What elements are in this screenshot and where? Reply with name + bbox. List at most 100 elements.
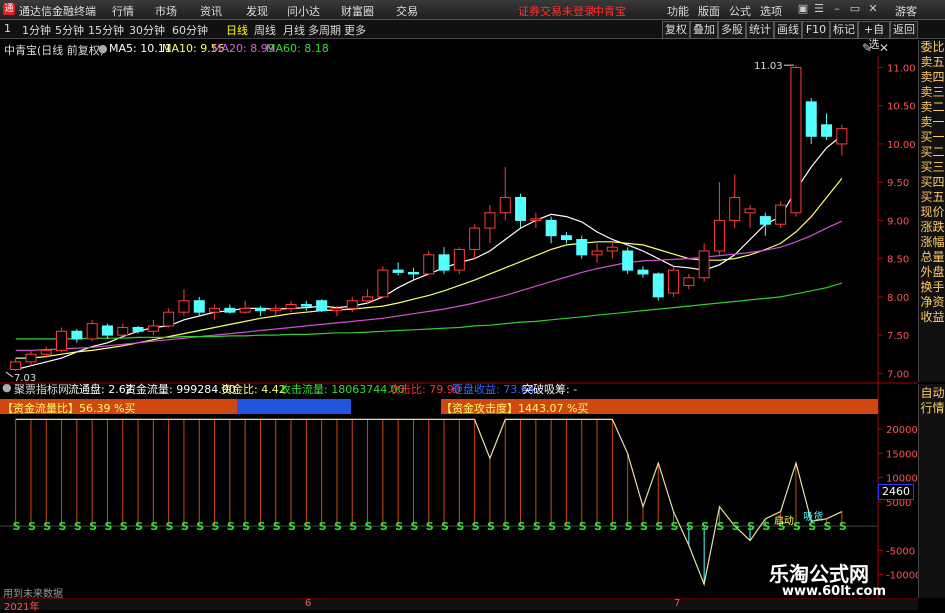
side-label[interactable]: 换手	[919, 280, 945, 295]
price-tick-label: 9.00	[887, 216, 909, 227]
side-label[interactable]: 卖三	[919, 85, 945, 100]
candle-body	[821, 124, 833, 137]
signal-s-mark: S	[227, 520, 235, 533]
side-label[interactable]: 委比	[919, 40, 945, 55]
signal-s-mark: S	[150, 520, 158, 533]
time-month-6: 6	[305, 598, 312, 609]
attack-level-tag: 【资金攻击度】1443.07 %买	[441, 402, 589, 415]
candle	[270, 304, 282, 316]
signal-s-mark: S	[380, 520, 388, 533]
candle	[545, 216, 557, 244]
signal-s-mark: S	[395, 520, 403, 533]
gap-band	[351, 399, 441, 414]
candle	[530, 212, 542, 229]
indicator-attack-ratio: 攻击比: 79.90	[389, 383, 461, 396]
candle	[698, 243, 710, 282]
indicator-tick-label: 15000	[886, 449, 918, 460]
candle-body	[163, 311, 175, 327]
candle-body	[56, 330, 68, 351]
side-label[interactable]: 买三	[919, 160, 945, 175]
side-label[interactable]: 总量	[919, 250, 945, 265]
low-price-pointer	[5, 371, 14, 378]
side-auto[interactable]: 自动	[919, 386, 945, 401]
signal-s-mark: S	[181, 520, 189, 533]
candle	[652, 272, 664, 301]
indicator-float: 流通盘: 2.62	[68, 383, 133, 396]
candle-body	[713, 219, 725, 252]
candle	[86, 319, 98, 342]
signal-absorb-label: 吸货	[803, 510, 823, 523]
candle-body	[622, 250, 634, 271]
candle	[836, 124, 848, 156]
candle-body	[698, 250, 710, 279]
signal-s-mark: S	[548, 520, 556, 533]
candle	[606, 243, 618, 259]
candle	[224, 304, 236, 314]
candle-body	[545, 219, 557, 237]
candle-body	[25, 353, 37, 363]
candle	[438, 247, 450, 274]
side-label[interactable]: 卖一	[919, 115, 945, 130]
flow-ratio-tag: 【资金流量比】56.39 %买	[2, 402, 136, 415]
candle	[805, 98, 817, 144]
candle	[515, 193, 527, 229]
candle	[101, 323, 113, 339]
candle-body	[438, 254, 450, 271]
side-label[interactable]: 卖二	[919, 100, 945, 115]
candle	[254, 306, 266, 316]
candle-body	[469, 227, 481, 250]
candle-body	[805, 101, 817, 137]
side-label[interactable]: 卖四	[919, 70, 945, 85]
indicator-tick-label: 20000	[886, 425, 918, 436]
candle	[744, 205, 756, 229]
signal-s-mark: S	[701, 520, 709, 533]
candle	[775, 201, 787, 229]
side-label[interactable]: 涨跌	[919, 220, 945, 235]
indicator-name: 聚票指标网	[14, 383, 69, 396]
candle-body	[117, 326, 129, 336]
side-label[interactable]: 净资	[919, 295, 945, 310]
candle-body	[193, 300, 205, 313]
price-tick-label: 8.50	[887, 255, 909, 266]
price-tick-label: 9.50	[887, 178, 909, 189]
price-tick-label: 11.00	[887, 63, 916, 74]
candle	[209, 304, 221, 320]
signal-s-mark: S	[349, 520, 357, 533]
candle-body	[775, 204, 787, 225]
price-axis: 7.00 7.50 8.00 8.50 9.00 9.50 10.00 10.50 11.00	[878, 63, 916, 380]
candle	[622, 247, 634, 274]
signal-s-mark: S	[59, 520, 67, 533]
candle-body	[377, 269, 389, 298]
candle	[178, 289, 190, 316]
signal-s-mark: S	[135, 520, 143, 533]
side-label[interactable]: 买一	[919, 130, 945, 145]
high-price-annotation: 11.03	[754, 61, 783, 72]
candle	[683, 273, 695, 290]
side-label[interactable]: 买二	[919, 145, 945, 160]
candle	[713, 182, 725, 255]
candle-body	[668, 269, 680, 294]
signal-s-mark: S	[166, 520, 174, 533]
candle-body	[637, 269, 649, 275]
signal-s-mark: S	[196, 520, 204, 533]
candle	[423, 251, 435, 276]
side-label[interactable]: 现价	[919, 205, 945, 220]
side-label[interactable]: 卖五	[919, 55, 945, 70]
side-quotes[interactable]: 行情	[919, 401, 945, 416]
side-label[interactable]: 收益	[919, 310, 945, 325]
side-label[interactable]: 买四	[919, 175, 945, 190]
signal-s-mark: S	[839, 520, 847, 533]
candle-body	[147, 325, 159, 332]
signal-s-mark: S	[120, 520, 128, 533]
side-label[interactable]: 外盘	[919, 265, 945, 280]
signal-s-mark: S	[456, 520, 464, 533]
signal-s-mark: S	[426, 520, 434, 533]
side-label[interactable]: 涨幅	[919, 235, 945, 250]
side-label[interactable]: 买五	[919, 190, 945, 205]
price-tick-label: 10.00	[887, 140, 916, 151]
candle-body	[606, 246, 618, 252]
signal-s-mark: S	[762, 520, 770, 533]
signal-s-mark: S	[28, 520, 36, 533]
candle	[790, 65, 802, 217]
current-value-badge: 2460	[878, 484, 914, 500]
